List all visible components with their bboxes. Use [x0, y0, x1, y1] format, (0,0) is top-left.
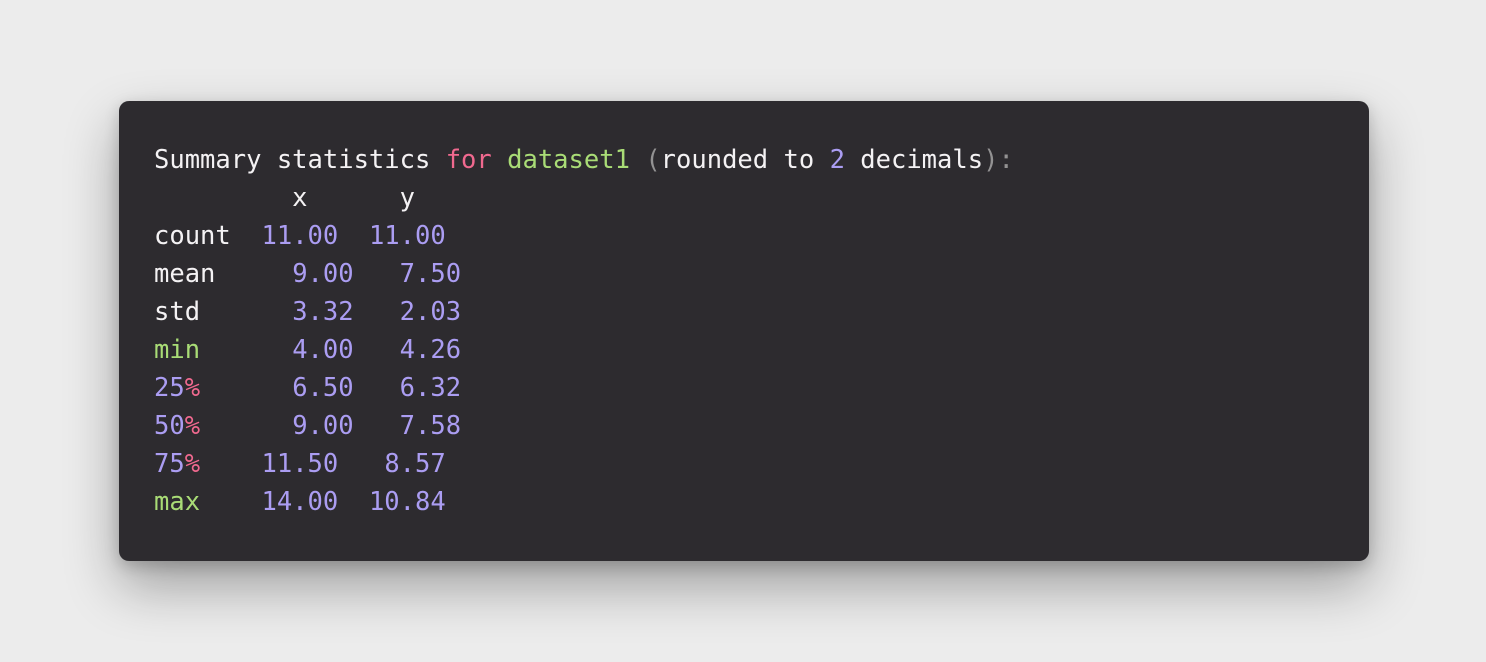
table-row-75pct: 75% 11.50 8.57: [154, 445, 1369, 483]
row-label-percent: %: [184, 411, 201, 441]
dataset-name: dataset1: [507, 145, 630, 175]
row-label-percent: %: [184, 449, 201, 479]
row-values: 11.50 8.57: [261, 449, 446, 479]
row-label: mean: [154, 259, 216, 289]
row-values: 3.32 2.03: [292, 297, 462, 327]
table-row-25pct: 25% 6.50 6.32: [154, 369, 1369, 407]
code-output-panel: Summary statistics for dataset1 (rounded…: [119, 101, 1369, 561]
row-pad: [200, 487, 261, 517]
row-label: std: [154, 297, 201, 327]
row-values: 14.00 10.84: [261, 487, 446, 517]
row-pad: [215, 259, 292, 289]
row-label-number: 25: [154, 373, 185, 403]
row-label-number: 75: [154, 449, 185, 479]
row-pad: [200, 335, 292, 365]
table-row-50pct: 50% 9.00 7.58: [154, 407, 1369, 445]
row-values: 9.00 7.58: [292, 411, 462, 441]
open-paren: (: [645, 145, 661, 175]
row-label: min: [154, 335, 201, 365]
row-values: 9.00 7.50: [292, 259, 462, 289]
close-paren-colon: ):: [983, 145, 1014, 175]
keyword-for: for: [445, 145, 492, 175]
table-row-count: count 11.00 11.00: [154, 217, 1369, 255]
row-pad: [200, 297, 292, 327]
title-middle: rounded to: [660, 145, 830, 175]
decimal-count: 2: [829, 145, 845, 175]
row-label: count: [154, 221, 231, 251]
table-row-std: std 3.32 2.03: [154, 293, 1369, 331]
row-values: 6.50 6.32: [292, 373, 462, 403]
summary-title-line: Summary statistics for dataset1 (rounded…: [154, 141, 1369, 179]
table-row-min: min 4.00 4.26: [154, 331, 1369, 369]
title-prefix: Summary statistics: [154, 145, 446, 175]
row-pad: [200, 373, 292, 403]
row-label-number: 50: [154, 411, 185, 441]
row-values: 4.00 4.26: [292, 335, 462, 365]
row-pad: [200, 411, 292, 441]
row-pad: [231, 221, 262, 251]
row-pad: [200, 449, 261, 479]
row-values: 11.00 11.00: [261, 221, 446, 251]
row-label-percent: %: [184, 373, 201, 403]
row-label: max: [154, 487, 201, 517]
table-row-max: max 14.00 10.84: [154, 483, 1369, 521]
table-row-mean: mean 9.00 7.50: [154, 255, 1369, 293]
title-suffix: decimals: [844, 145, 984, 175]
table-header-row: x y: [154, 183, 415, 213]
